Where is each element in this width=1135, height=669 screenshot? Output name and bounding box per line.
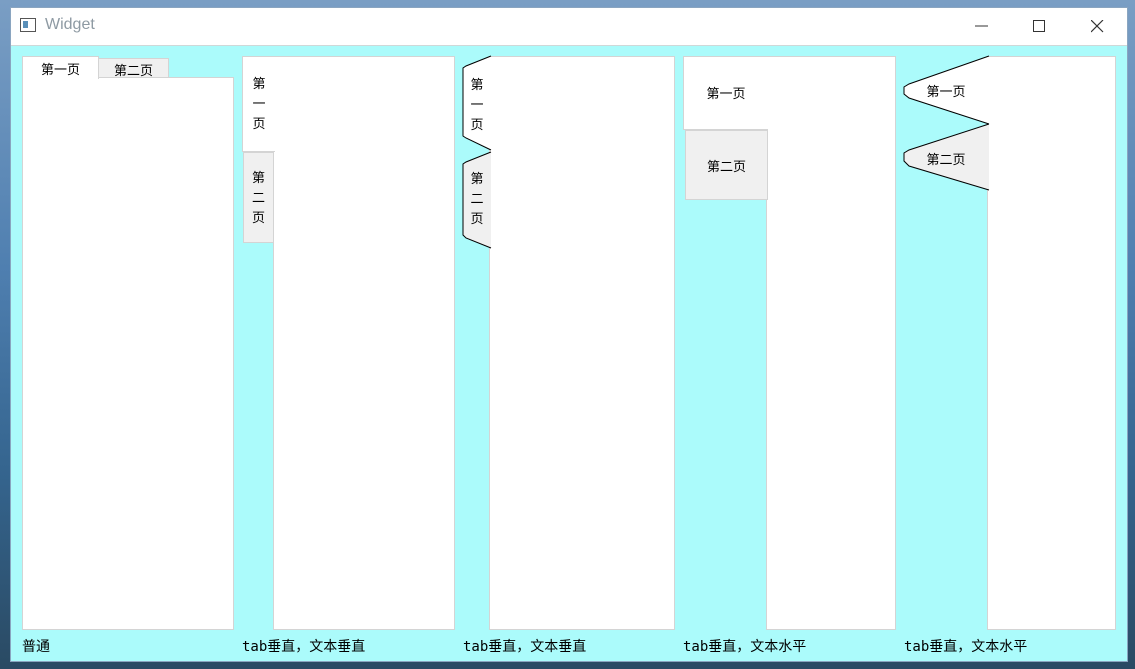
w4-tab-second[interactable]: 第二页 — [685, 130, 768, 200]
w3-tab-first-char: 第 — [470, 78, 484, 93]
w5-tab-second[interactable]: 第二页 — [906, 146, 986, 170]
w5-tab-second-label: 第二页 — [926, 153, 966, 168]
w1-tab-second-label: 第二页 — [113, 64, 153, 79]
w3-tab-second-char: 二 — [470, 192, 484, 207]
window-title: Widget — [45, 16, 95, 33]
tab-pane-3 — [489, 56, 675, 630]
w2-tab-first-char: 页 — [252, 117, 266, 132]
w5-tab-first-label: 第一页 — [926, 85, 966, 100]
w3-tab-first-char: 页 — [470, 118, 484, 133]
w1-tab-second[interactable]: 第二页 — [98, 58, 169, 79]
maximize-icon — [1033, 20, 1045, 32]
w3-tab-first-char: 一 — [470, 98, 484, 113]
maximize-button[interactable] — [1011, 8, 1069, 45]
w5-caption: tab垂直，文本水平 — [904, 639, 1028, 655]
w2-tab-second-char: 二 — [251, 191, 265, 206]
w2-tab-second-char: 第 — [251, 171, 265, 186]
tab-pane-4 — [766, 56, 896, 630]
w2-tab-first-char: 一 — [252, 97, 266, 112]
minimize-button[interactable] — [953, 8, 1011, 45]
w4-tab-second-label: 第二页 — [706, 160, 746, 175]
w3-tab-second[interactable]: 第 二 页 — [463, 160, 491, 240]
widget-window: Widget 第一页 第二页 普通 第 一 页 第 二 页 tab垂直，文本垂直 — [10, 7, 1128, 662]
minimize-icon — [975, 25, 988, 27]
w4-caption: tab垂直，文本水平 — [683, 639, 807, 655]
tab-pane-1 — [22, 77, 234, 630]
close-icon — [1091, 20, 1104, 33]
w2-tab-first[interactable]: 第 一 页 — [242, 56, 275, 152]
w5-tab-shapes — [903, 55, 990, 191]
title-bar[interactable]: Widget — [11, 8, 1127, 46]
close-button[interactable] — [1069, 8, 1127, 45]
w2-caption: tab垂直，文本垂直 — [242, 639, 366, 655]
tab-pane-2 — [273, 56, 455, 630]
w4-tab-first[interactable]: 第一页 — [683, 56, 768, 130]
w3-tab-second-char: 第 — [470, 172, 484, 187]
w4-tab-first-label: 第一页 — [706, 87, 746, 102]
tab-pane-5 — [987, 56, 1116, 630]
w5-tab-first[interactable]: 第一页 — [906, 78, 986, 102]
w2-tab-second-char: 页 — [251, 211, 265, 226]
w1-caption: 普通 — [22, 639, 50, 655]
w2-tab-first-char: 第 — [252, 77, 266, 92]
w3-tab-second-char: 页 — [470, 212, 484, 227]
w3-tab-first[interactable]: 第 一 页 — [463, 64, 491, 144]
w2-tab-second[interactable]: 第 二 页 — [243, 152, 274, 243]
app-icon — [20, 18, 36, 32]
w1-tab-first-label: 第一页 — [40, 63, 80, 78]
w3-caption: tab垂直，文本垂直 — [463, 639, 587, 655]
w1-tab-first[interactable]: 第一页 — [22, 56, 99, 79]
